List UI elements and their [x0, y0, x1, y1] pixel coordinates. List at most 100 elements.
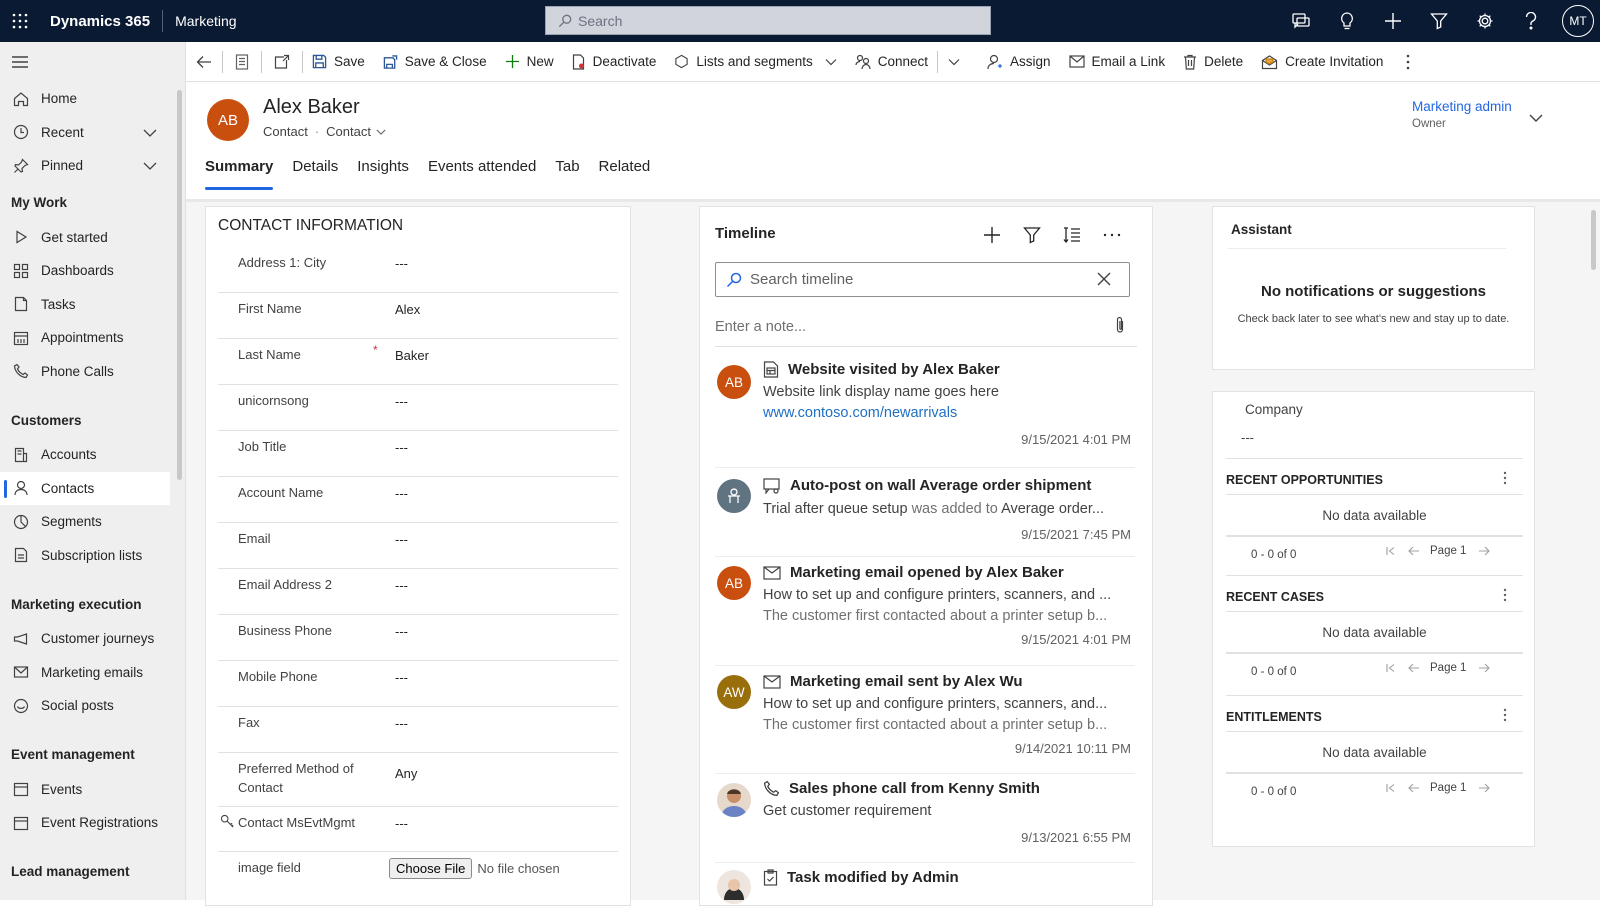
subgrid-more-button[interactable]: [1503, 708, 1507, 722]
open-new-window-button[interactable]: [262, 42, 302, 82]
next-page-icon[interactable]: [1478, 546, 1491, 556]
tab-tab[interactable]: Tab: [555, 158, 579, 186]
tab-insights[interactable]: Insights: [357, 158, 409, 186]
form-selector[interactable]: Contact: [326, 124, 371, 139]
tab-summary[interactable]: Summary: [205, 158, 274, 190]
sidebar-item-label: Dashboards: [41, 263, 114, 279]
sidebar-item-events[interactable]: Events: [0, 773, 170, 807]
new-record-button[interactable]: New: [496, 42, 563, 82]
timeline-add-button[interactable]: [972, 222, 1012, 248]
app-name[interactable]: Marketing: [175, 13, 236, 29]
chat-button[interactable]: [1278, 0, 1324, 42]
timeline-item[interactable]: Sales phone call from Kenny Smith Get cu…: [715, 775, 1135, 863]
timeline-item-link[interactable]: www.contoso.com/newarrivals: [763, 405, 957, 421]
lightbulb-button[interactable]: [1324, 0, 1370, 42]
timeline-item[interactable]: Task modified by Admin: [715, 864, 1135, 908]
field-value[interactable]: ---: [395, 670, 408, 685]
sidebar-item-get-started[interactable]: Get started: [0, 221, 170, 255]
timeline-item[interactable]: AB Website visited by Alex Baker Website…: [715, 361, 1135, 468]
next-page-icon[interactable]: [1478, 783, 1491, 793]
field-value[interactable]: ---: [395, 816, 408, 831]
assign-button[interactable]: Assign: [978, 42, 1060, 82]
timeline-sort-button[interactable]: [1052, 222, 1092, 248]
timeline-search-input[interactable]: Search timeline: [715, 262, 1130, 297]
field-value[interactable]: ---: [395, 716, 408, 731]
subgrid-more-button[interactable]: [1503, 471, 1507, 485]
timeline-item[interactable]: AB Marketing email opened by Alex Baker …: [715, 558, 1135, 666]
timeline-more-button[interactable]: [1092, 222, 1132, 248]
lists-segments-button[interactable]: Lists and segments: [665, 42, 845, 82]
timeline-item-timestamp: 9/15/2021 7:45 PM: [1021, 527, 1131, 542]
sidebar-item-social-posts[interactable]: Social posts: [0, 689, 170, 723]
sidebar-item-tasks[interactable]: Tasks: [0, 288, 170, 322]
more-connect-dropdown[interactable]: [938, 42, 970, 82]
subgrid: RECENT OPPORTUNITIES No data available 0 -…: [1226, 458, 1523, 573]
settings-button[interactable]: [1462, 0, 1508, 42]
sidebar-item-marketing-emails[interactable]: Marketing emails: [0, 656, 170, 690]
timeline-filter-button[interactable]: [1012, 222, 1052, 248]
sidebar-item-recent[interactable]: Recent: [0, 116, 170, 150]
sidebar-item-dashboards[interactable]: Dashboards: [0, 254, 170, 288]
header-expand-button[interactable]: [1528, 110, 1544, 126]
tab-events-attended[interactable]: Events attended: [428, 158, 536, 186]
connect-button[interactable]: Connect: [846, 42, 937, 82]
next-page-icon[interactable]: [1478, 663, 1491, 673]
sidebar-item-segments[interactable]: Segments: [0, 505, 170, 539]
sidebar-item-customer-journeys[interactable]: Customer journeys: [0, 622, 170, 656]
field-value[interactable]: ---: [395, 394, 408, 409]
first-page-icon[interactable]: [1386, 546, 1396, 556]
back-button[interactable]: [186, 42, 222, 82]
field-value[interactable]: ---: [395, 624, 408, 639]
global-search-input[interactable]: Search: [545, 6, 991, 35]
new-button[interactable]: [1370, 0, 1416, 42]
field-value[interactable]: ---: [395, 440, 408, 455]
previous-page-icon[interactable]: [1408, 783, 1420, 793]
brand-name[interactable]: Dynamics 365: [50, 13, 150, 30]
owner-link[interactable]: Marketing admin: [1412, 99, 1512, 114]
sidebar-item-accounts[interactable]: Accounts: [0, 438, 170, 472]
choose-file-button[interactable]: Choose File: [389, 858, 473, 879]
more-commands-button[interactable]: [1392, 42, 1424, 82]
note-input[interactable]: Enter a note...: [715, 316, 1137, 347]
save-button[interactable]: Save: [303, 42, 374, 82]
avatar: AB: [717, 365, 751, 399]
sidebar-item-event-registrations[interactable]: Event Registrations: [0, 806, 170, 840]
create-invitation-button[interactable]: Create Invitation: [1252, 42, 1392, 82]
app-launcher-button[interactable]: [0, 0, 40, 42]
field-value[interactable]: ---: [395, 532, 408, 547]
first-page-icon[interactable]: [1386, 663, 1396, 673]
sitemap-toggle-button[interactable]: [0, 42, 185, 82]
help-button[interactable]: [1508, 0, 1554, 42]
tab-related[interactable]: Related: [599, 158, 651, 186]
previous-page-icon[interactable]: [1408, 663, 1420, 673]
field-value[interactable]: ---: [395, 578, 408, 593]
previous-page-icon[interactable]: [1408, 546, 1420, 556]
form-view-button[interactable]: [223, 42, 261, 82]
first-page-icon[interactable]: [1386, 783, 1396, 793]
subgrid-more-button[interactable]: [1503, 588, 1507, 602]
sidebar-item-pinned[interactable]: Pinned: [0, 149, 170, 183]
sidebar-item-subscription-lists[interactable]: Subscription lists: [0, 539, 170, 573]
field-value[interactable]: Any: [395, 766, 417, 781]
sidebar-group-customers: Customers: [11, 412, 82, 428]
sidebar-item-phone-calls[interactable]: Phone Calls: [0, 355, 170, 389]
sidebar-item-contacts[interactable]: Contacts: [0, 471, 170, 505]
field-value[interactable]: ---: [395, 256, 408, 271]
main-scrollbar[interactable]: [1591, 210, 1596, 270]
filter-button[interactable]: [1416, 0, 1462, 42]
field-value[interactable]: Alex: [395, 302, 420, 317]
company-value[interactable]: ---: [1241, 430, 1254, 445]
timeline-item[interactable]: Auto-post on wall Average order shipment…: [715, 469, 1135, 557]
field-value[interactable]: Baker: [395, 348, 429, 363]
sidebar-item-home[interactable]: Home: [0, 82, 170, 116]
timeline-item[interactable]: AW Marketing email sent by Alex Wu How t…: [715, 667, 1135, 774]
sidebar-scrollbar[interactable]: [177, 90, 182, 480]
save-close-button[interactable]: Save & Close: [374, 42, 496, 82]
user-avatar[interactable]: MT: [1562, 5, 1594, 37]
email-link-button[interactable]: Email a Link: [1060, 42, 1175, 82]
sidebar-item-appointments[interactable]: Appointments: [0, 321, 170, 355]
field-value[interactable]: ---: [395, 486, 408, 501]
delete-button[interactable]: Delete: [1174, 42, 1252, 82]
deactivate-button[interactable]: Deactivate: [563, 42, 666, 82]
tab-details[interactable]: Details: [292, 158, 338, 186]
